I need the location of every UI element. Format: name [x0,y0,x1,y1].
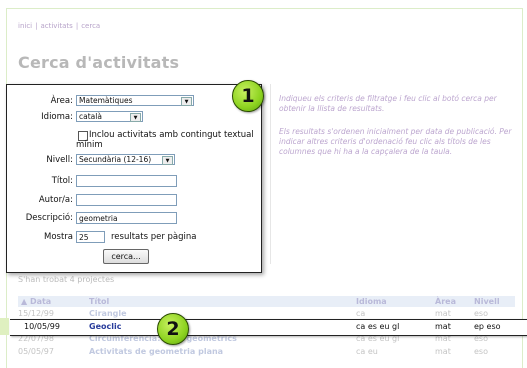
results-count: S'han trobat 4 projectes [18,275,115,284]
nivell-select[interactable]: Secundària (12-16) ▼ [76,154,175,165]
table-row: 05/05/97 Activitats de geometria plana c… [18,347,515,358]
row-language: ca eu [356,347,378,356]
descripcio-input[interactable]: geometria [76,212,177,224]
mostra-label: Mostra [44,232,73,242]
column-header-idioma[interactable]: Idioma [356,297,387,306]
search-form: Àrea: Matemàtiques ▼ Idioma: català ▼ In… [6,84,262,273]
chevron-down-icon: ▼ [130,113,141,122]
titol-input[interactable] [76,175,177,187]
column-header-area[interactable]: Àrea [435,297,456,306]
breadcrumb-separator: | [75,22,79,30]
row-area: mat [435,322,451,331]
row-date: 15/12/99 [18,309,54,318]
column-header-titol[interactable]: Títol [89,297,109,306]
breadcrumb-activitats[interactable]: activitats [40,22,72,30]
idioma-select[interactable]: català ▼ [76,111,143,122]
help-text-instructions: Indiqueu els criteris de filtratge i feu… [279,94,497,113]
autor-label: Autor/a: [38,195,73,205]
chevron-down-icon: ▼ [162,156,173,165]
row-area: mat [435,347,451,356]
help-text-sorting: Els resultats s'ordenen inicialment per … [279,127,512,156]
breadcrumb: inici | activitats | cerca [18,22,100,30]
row-title-link[interactable]: Geoclic [89,322,121,331]
nivell-select-value: Secundària (12-16) [79,155,152,164]
nivell-label: Nivell: [46,155,73,165]
row-area: mat [435,309,451,318]
textual-content-label: Inclou activitats amb contingut textual … [76,130,254,150]
row-title-link[interactable]: Cirangle [89,309,127,318]
table-row-highlighted: 10/05/99 Geoclic ca es eu gl mat ep eso [10,319,527,336]
idioma-select-value: català [79,112,102,121]
descripcio-label: Descripció: [25,213,73,223]
row-language: ca es eu gl [356,322,400,331]
mostra-suffix: resultats per pàgina [111,232,197,242]
divider [270,84,271,264]
autor-input[interactable] [76,194,177,206]
row-date: 05/05/97 [18,347,54,356]
search-button[interactable]: cerca... [103,249,149,264]
row-date: 10/05/99 [24,322,60,331]
callout-marker-1: 1 [232,80,264,112]
row-highlight-marker [0,318,9,335]
breadcrumb-cerca[interactable]: cerca [81,22,100,30]
row-level: ep eso [474,322,501,331]
column-header-nivell[interactable]: Nivell [474,297,500,306]
column-header-data[interactable]: ▲ Data [21,297,51,306]
titol-label: Títol: [51,176,73,186]
area-select-value: Matemàtiques [79,96,133,105]
callout-marker-2: 2 [157,313,189,345]
results-table-header: ▲ Data Títol Idioma Àrea Nivell [18,296,515,307]
row-title-link[interactable]: Activitats de geometria plana [89,347,223,356]
row-level: eso [474,347,488,356]
row-language: ca [356,309,366,318]
breadcrumb-separator: | [35,22,38,30]
breadcrumb-inici[interactable]: inici [18,22,32,30]
area-label: Àrea: [50,96,73,106]
chevron-down-icon: ▼ [181,97,192,106]
mostra-suffix-row: resultats per pàgina [111,230,197,244]
area-select[interactable]: Matemàtiques ▼ [76,95,194,106]
idioma-label: Idioma: [41,112,73,122]
row-level: eso [474,309,488,318]
page-title: Cerca d'activitats [18,53,180,72]
mostra-input[interactable]: 25 [76,231,105,243]
